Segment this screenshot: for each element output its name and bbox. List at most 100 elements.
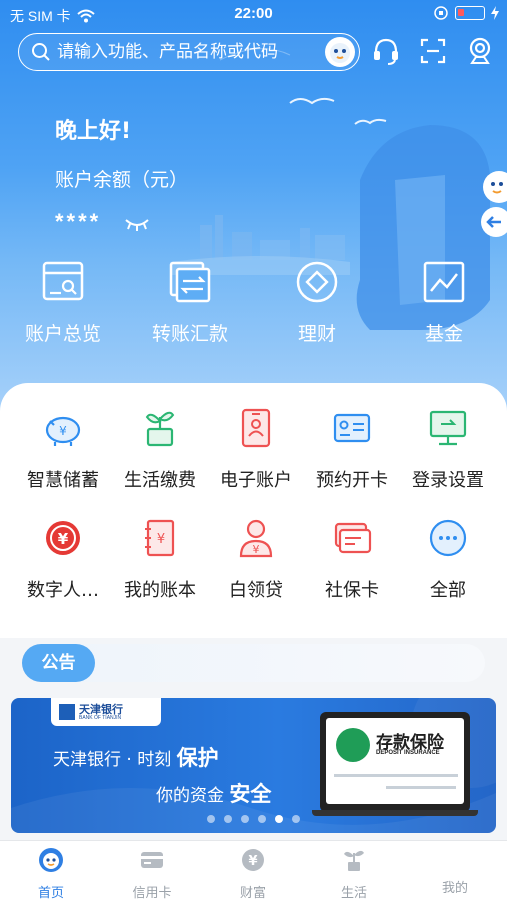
promo-banner[interactable]: 天津银行 BANK OF TIANJIN 天津银行 · 时刻 保护 你的资金 安… — [11, 698, 496, 833]
eye-closed-icon[interactable] — [124, 214, 150, 232]
charging-icon — [491, 6, 499, 20]
svg-text:¥: ¥ — [59, 424, 67, 438]
yuan-coin-icon: ¥ — [242, 849, 264, 871]
service-my-ledger[interactable]: ¥ 我的账本 — [110, 517, 210, 602]
carousel-dot[interactable] — [275, 815, 283, 823]
quick-account-overview[interactable]: 账户总览 — [8, 260, 118, 346]
tab-credit-card[interactable]: 信用卡 — [117, 847, 187, 900]
tab-wealth[interactable]: ¥ 财富 — [218, 847, 288, 900]
service-label: 登录设置 — [412, 470, 484, 491]
service-label: 电子账户 — [220, 470, 292, 491]
card-appointment-icon — [333, 413, 371, 443]
tab-label: 我的 — [441, 881, 468, 896]
status-time: 22:00 — [234, 5, 273, 22]
balance-label: 账户余额（元） — [55, 169, 189, 191]
quick-label: 基金 — [424, 323, 463, 345]
service-label: 生活缴费 — [124, 470, 196, 491]
service-bill-payment[interactable]: 生活缴费 — [110, 407, 210, 492]
status-bar: 无 SIM 卡 22:00 — [0, 0, 507, 28]
service-white-collar-loan[interactable]: ¥ 白领贷 — [206, 517, 306, 602]
profile-icon — [442, 847, 468, 873]
balance-value: **** — [55, 209, 102, 234]
greeting-text: 晚上好! — [55, 119, 132, 144]
service-label: 预约开卡 — [316, 470, 388, 491]
mascot-avatar-icon[interactable] — [325, 37, 355, 67]
quick-label: 转账汇款 — [151, 323, 228, 345]
svg-text:¥: ¥ — [58, 530, 69, 548]
announcement-bar[interactable]: 公告 — [0, 638, 507, 693]
banner-subline-emphasis: 安全 — [229, 782, 272, 806]
tab-label: 生活 — [340, 886, 367, 900]
quick-label: 账户总览 — [24, 323, 101, 345]
insurance-fine-print — [386, 786, 456, 789]
bottom-tab-bar: 首页 信用卡 ¥ 财富 生活 我的 — [0, 840, 507, 900]
svg-text:¥: ¥ — [253, 543, 260, 556]
camera-icon[interactable] — [466, 36, 494, 66]
sprout-icon — [344, 850, 364, 871]
search-icon — [32, 43, 50, 61]
loan-icon: ¥ — [239, 519, 273, 558]
battery-icon — [455, 6, 485, 20]
carousel-indicator[interactable] — [11, 815, 496, 823]
deposit-insurance-logo-icon — [336, 728, 370, 762]
search-input[interactable] — [57, 42, 307, 62]
service-label: 全部 — [430, 580, 466, 601]
quick-fund[interactable]: 基金 — [389, 260, 499, 346]
monitor-login-icon — [429, 410, 467, 446]
bank-name-cn: 天津银行 — [79, 702, 123, 716]
banner-subline: 你的资金 安全 — [156, 778, 271, 808]
banner-headline-prefix: 天津银行 · 时刻 — [53, 750, 172, 770]
quick-wealth[interactable]: 理财 — [262, 260, 372, 346]
search-bar[interactable] — [18, 33, 360, 71]
service-grid: ¥ 智慧储蓄 生活缴费 电子账户 预约开卡 登录设置 ¥ 数字人… ¥ 我的账本… — [0, 383, 507, 638]
transfer-icon — [169, 261, 211, 303]
service-e-account[interactable]: 电子账户 — [206, 407, 306, 492]
service-all[interactable]: 全部 — [398, 517, 498, 602]
headset-icon[interactable] — [372, 36, 400, 66]
hero-header: 无 SIM 卡 22:00 请输入功能、产品名称或代码 晚上好! 账户余额（元）… — [0, 0, 507, 420]
tab-profile[interactable]: 我的 — [420, 847, 490, 896]
plant-icon — [145, 411, 175, 447]
fund-chart-icon — [423, 261, 465, 303]
home-mascot-icon — [39, 848, 63, 872]
tab-life[interactable]: 生活 — [319, 847, 389, 900]
carousel-dot[interactable] — [207, 815, 215, 823]
bank-name-en: BANK OF TIANJIN — [79, 714, 122, 721]
orientation-lock-icon — [434, 6, 448, 20]
service-label: 智慧储蓄 — [27, 470, 99, 491]
carousel-dot[interactable] — [241, 815, 249, 823]
credit-card-icon — [141, 852, 163, 868]
svg-text:¥: ¥ — [157, 532, 165, 547]
carousel-dot[interactable] — [258, 815, 266, 823]
floating-mascot-icon[interactable] — [477, 165, 507, 245]
scan-icon[interactable] — [419, 36, 447, 66]
announcement-label: 公告 — [22, 644, 95, 682]
quick-label: 理财 — [297, 323, 336, 345]
service-label: 我的账本 — [124, 580, 196, 601]
bank-logo: 天津银行 BANK OF TIANJIN — [51, 698, 161, 726]
banner-headline: 天津银行 · 时刻 保护 — [53, 742, 219, 772]
service-label: 数字人… — [27, 580, 99, 601]
more-icon — [429, 519, 467, 557]
ledger-icon: ¥ — [145, 519, 175, 557]
service-digital-rmb[interactable]: ¥ 数字人… — [13, 517, 113, 602]
svg-text:¥: ¥ — [248, 854, 257, 869]
carousel-dot[interactable] — [292, 815, 300, 823]
service-social-security-card[interactable]: 社保卡 — [302, 517, 402, 602]
tab-home[interactable]: 首页 — [16, 847, 86, 900]
service-login-settings[interactable]: 登录设置 — [398, 407, 498, 492]
service-label: 白领贷 — [229, 580, 283, 601]
service-card-appointment[interactable]: 预约开卡 — [302, 407, 402, 492]
tab-label: 首页 — [37, 886, 64, 900]
e-account-icon — [241, 408, 271, 448]
laptop-illustration: 存款保险 DEPOSIT INSURANCE — [320, 712, 470, 812]
banner-subline-prefix: 你的资金 — [156, 786, 224, 806]
service-smart-savings[interactable]: ¥ 智慧储蓄 — [13, 407, 113, 492]
carousel-dot[interactable] — [224, 815, 232, 823]
digital-rmb-icon: ¥ — [46, 521, 80, 555]
quick-transfer[interactable]: 转账汇款 — [135, 260, 245, 346]
service-label: 社保卡 — [325, 580, 379, 601]
social-security-card-icon — [334, 522, 372, 554]
bank-logo-mark-icon — [59, 704, 75, 720]
banner-headline-emphasis: 保护 — [176, 746, 219, 770]
